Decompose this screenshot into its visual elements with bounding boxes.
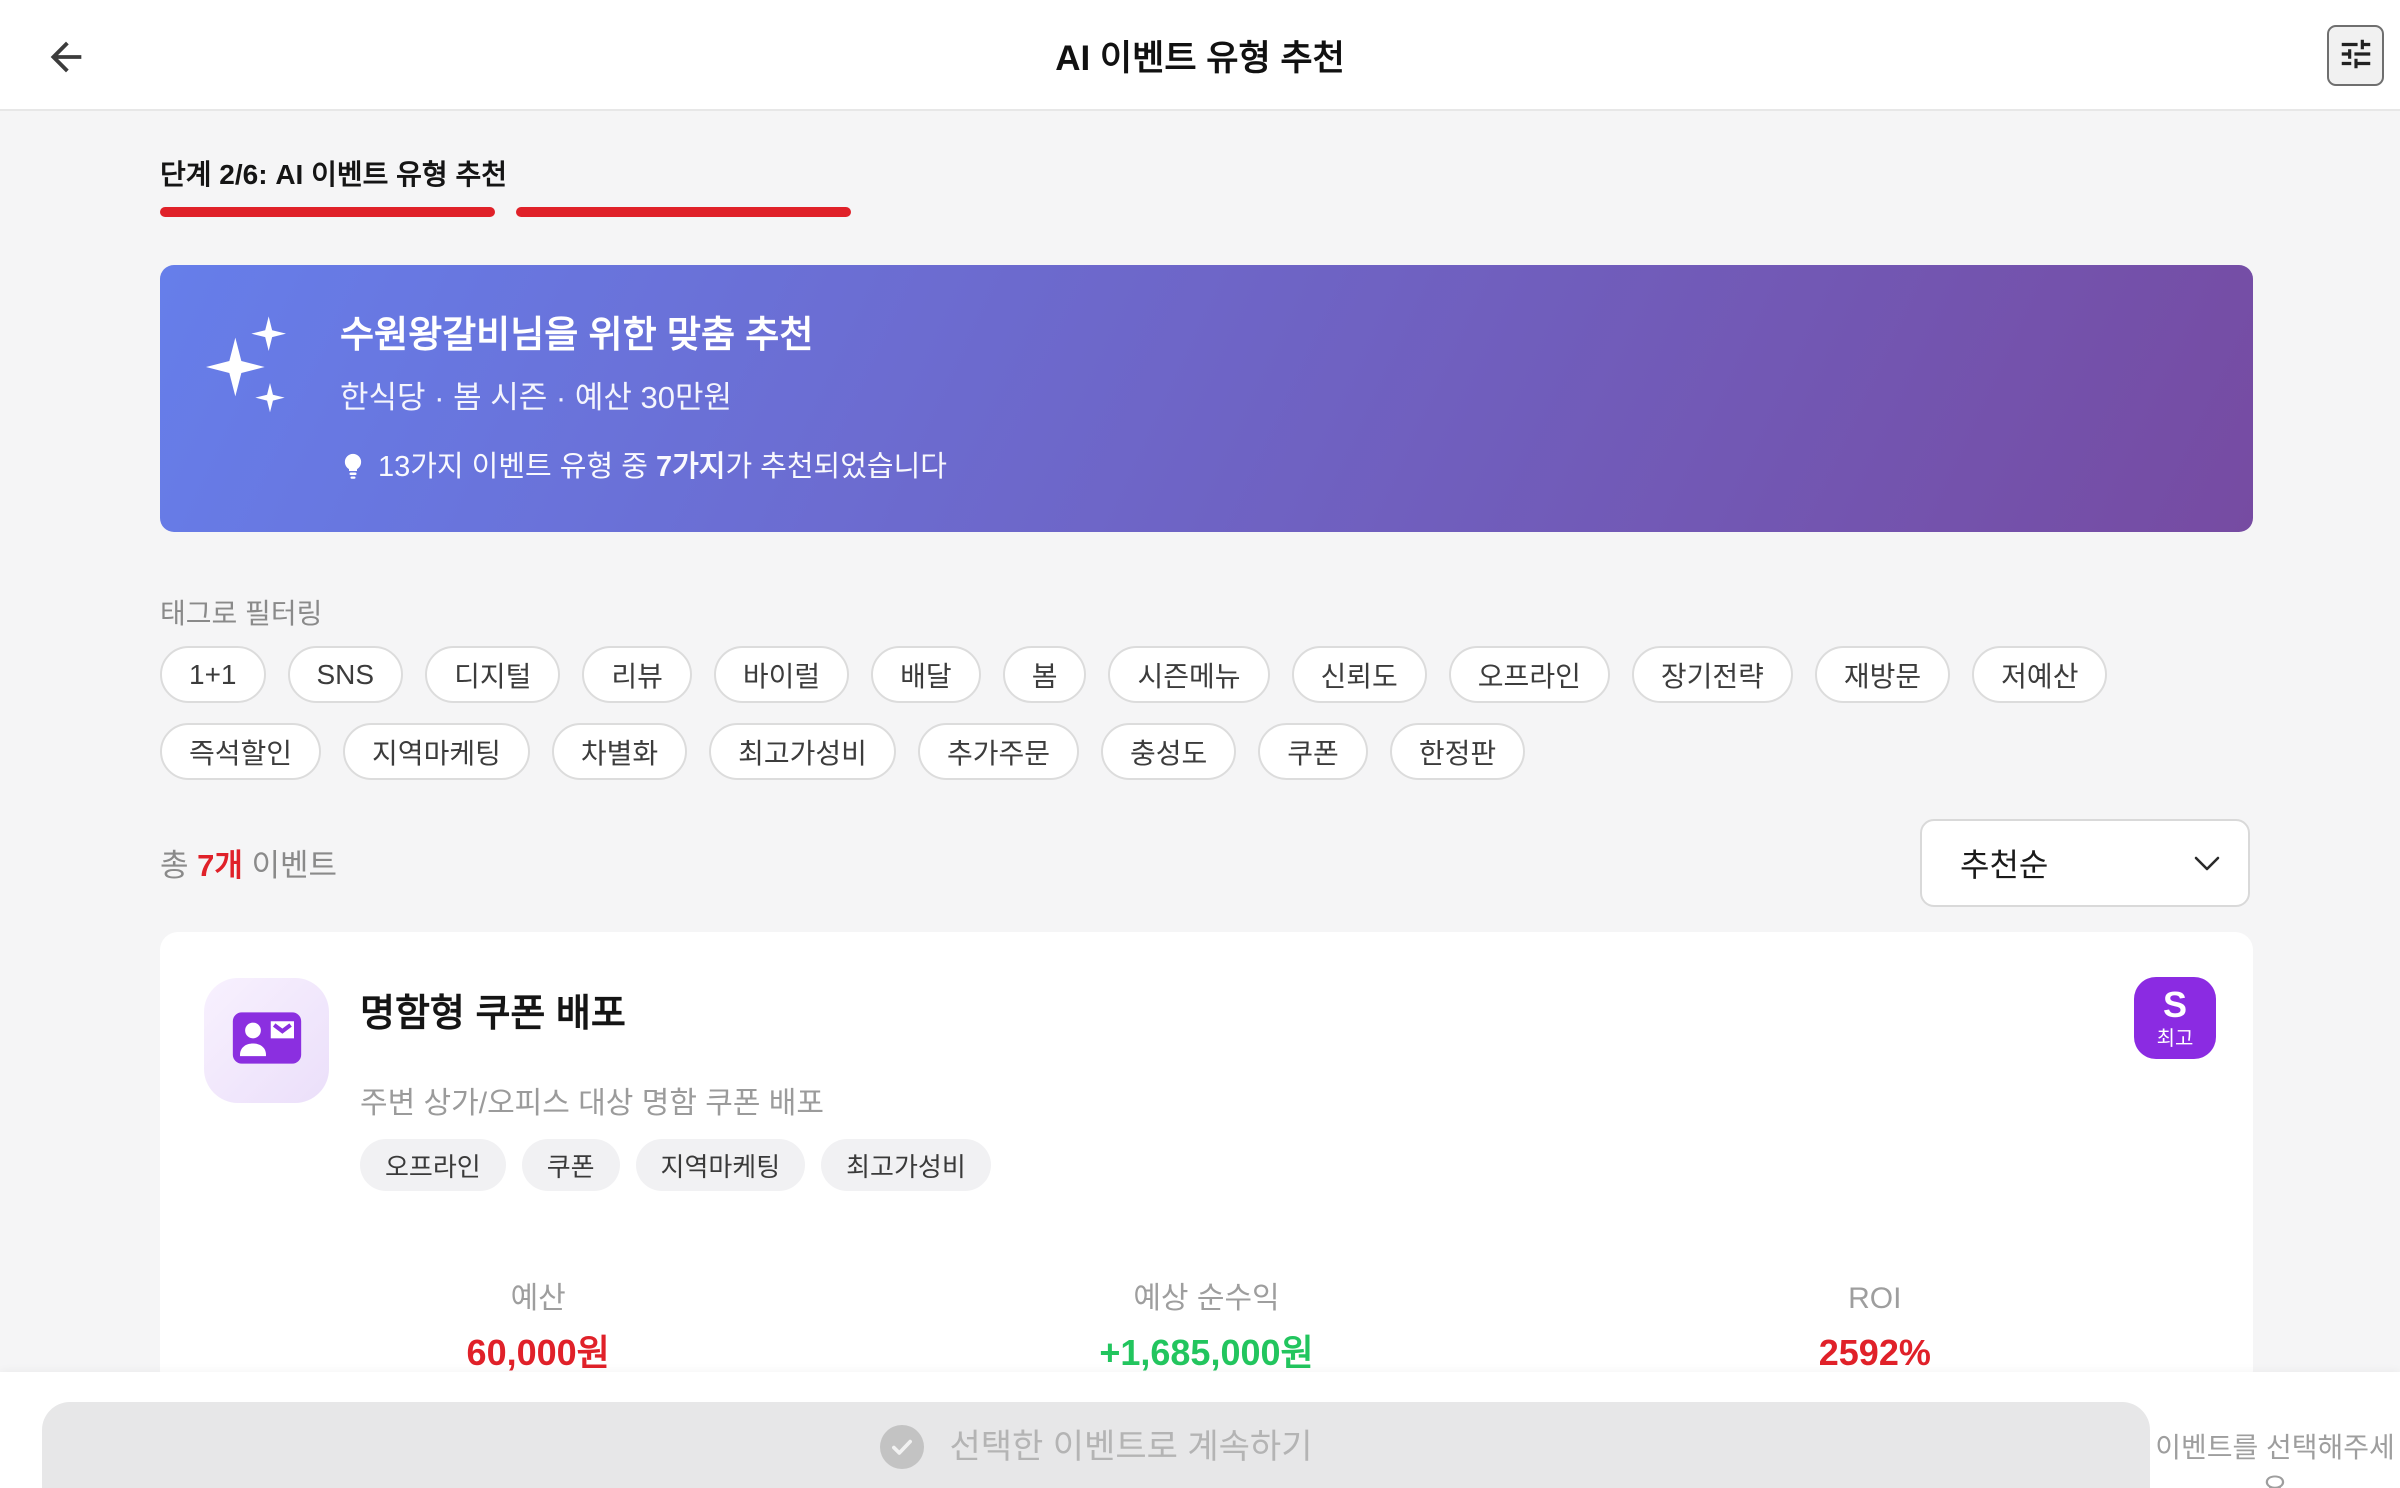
filter-tag-chip[interactable]: 추가주문 (917, 723, 1079, 780)
stat-label: 예상 순수익 (1133, 1282, 1280, 1315)
sort-selected-value: 추천순 (1960, 847, 2049, 883)
filter-tag-list: 1+1 SNS 디지털 리뷰 바이럴 배달 봄 시즌메뉴 신뢰도 오프라인 장기전략 재방문 저예산즉석… (160, 646, 2260, 780)
filter-tag-chip[interactable]: 봄 (1002, 646, 1087, 703)
event-card-business-card-coupon[interactable]: 명함형 쿠폰 배포 주변 상가/오피스 대상 명함 쿠폰 배포 오프라인 쿠폰 지역… (160, 932, 2253, 1388)
event-description: 주변 상가/오피스 대상 명함 쿠폰 배포 (360, 1087, 825, 1120)
continue-button-label: 선택한 이벤트로 계속하기 (949, 1428, 1313, 1466)
banner-subtitle: 한식당 · 봄 시즌 · 예산 30만원 (340, 380, 733, 415)
filter-tag-chip[interactable]: 재방문 (1814, 646, 1951, 703)
stat-label: ROI (1848, 1282, 1902, 1315)
tune-icon (2337, 35, 2375, 76)
filter-tag-chip[interactable]: 리뷰 (582, 646, 692, 703)
filter-tag-chip[interactable]: 오프라인 (1448, 646, 1610, 703)
page-title: AI 이벤트 유형 추천 (1055, 39, 1345, 78)
filter-tag-chip[interactable]: 저예산 (1972, 646, 2108, 703)
result-summary-row: 총 7개 이벤트 추천순 (160, 816, 2253, 908)
filter-section-label: 태그로 필터링 (160, 598, 323, 629)
event-icon-tile (204, 978, 329, 1103)
filter-tag-chip[interactable]: 디지털 (425, 646, 561, 703)
filter-tag-chip[interactable]: 1+1 (160, 646, 266, 703)
filter-tag-chip[interactable]: 시즌메뉴 (1108, 646, 1270, 703)
stats-row: 예산 60,000원 예상 순수익 +1,685,000원 ROI 2592% (160, 1281, 2253, 1375)
stat-value: 60,000원 (466, 1332, 610, 1373)
filter-tag-chip[interactable]: SNS (287, 646, 404, 703)
filter-tag-chip[interactable]: 즉석할인 (160, 723, 322, 780)
grade-letter: S (2162, 984, 2187, 1025)
stat-budget: 예산 60,000원 (204, 1281, 872, 1375)
filter-tag-chip[interactable]: 한정판 (1389, 723, 1526, 780)
event-tag-chip: 최고가성비 (821, 1139, 991, 1191)
stat-value: +1,685,000원 (1099, 1332, 1314, 1373)
event-title: 명함형 쿠폰 배포 (360, 993, 626, 1035)
sparkles-icon (206, 311, 286, 428)
stat-roi: ROI 2592% (1541, 1281, 2209, 1375)
filter-tag-chip[interactable]: 바이럴 (713, 646, 850, 703)
grade-badge: S 최고 (2134, 977, 2216, 1059)
event-count-number: 7개 (197, 847, 243, 883)
filter-tag-chip[interactable]: 충성도 (1101, 723, 1237, 780)
stat-expected-profit: 예상 순수익 +1,685,000원 (872, 1281, 1540, 1375)
selection-helper-text: 이벤트를 선택해주세요 (2155, 1432, 2395, 1488)
event-tag-chip: 지역마케팅 (635, 1139, 806, 1191)
bottom-action-bar: 선택한 이벤트로 계속하기 이벤트를 선택해주세요 (0, 1372, 2400, 1488)
check-circle-icon (879, 1425, 924, 1469)
bulb-icon (340, 452, 366, 482)
stat-label: 예산 (510, 1282, 566, 1315)
chevron-down-icon (2192, 853, 2222, 880)
progress-bars (160, 207, 851, 217)
event-count-text: 총 7개 이벤트 (160, 816, 337, 908)
filter-tag-chip[interactable]: 장기전략 (1631, 646, 1793, 703)
app-header: AI 이벤트 유형 추천 (0, 0, 2400, 111)
banner-info: 13가지 이벤트 유형 중 7가지가 추천되었습니다 (340, 449, 947, 485)
sort-dropdown[interactable]: 추천순 (1920, 819, 2250, 907)
filter-tag-chip[interactable]: 신뢰도 (1291, 646, 1427, 703)
continue-button[interactable]: 선택한 이벤트로 계속하기 (42, 1402, 2150, 1488)
filter-tag-chip[interactable]: 차별화 (551, 723, 688, 780)
contact-card-icon (226, 997, 308, 1084)
event-tag-chip: 쿠폰 (521, 1139, 620, 1191)
grade-label: 최고 (2156, 1028, 2194, 1050)
progress-segment (160, 207, 495, 217)
filter-tag-chip[interactable]: 지역마케팅 (343, 723, 530, 780)
banner-info-text: 13가지 이벤트 유형 중 7가지가 추천되었습니다 (378, 451, 947, 483)
filter-tag-chip[interactable]: 쿠폰 (1258, 723, 1368, 780)
event-tag-chip: 오프라인 (360, 1139, 506, 1191)
card-tag-list: 오프라인 쿠폰 지역마케팅 최고가성비 (360, 1139, 991, 1191)
filter-tag-chip[interactable]: 최고가성비 (709, 723, 896, 780)
filter-settings-button[interactable] (2327, 25, 2384, 86)
banner-title: 수원왕갈비님을 위한 맞춤 추천 (340, 314, 814, 355)
step-label: 단계 2/6: AI 이벤트 유형 추천 (160, 159, 507, 190)
filter-tag-chip[interactable]: 배달 (871, 646, 981, 703)
stat-value: 2592% (1818, 1332, 1931, 1373)
progress-segment (516, 207, 851, 217)
recommendation-banner: 수원왕갈비님을 위한 맞춤 추천 한식당 · 봄 시즌 · 예산 30만원 13… (160, 265, 2253, 532)
